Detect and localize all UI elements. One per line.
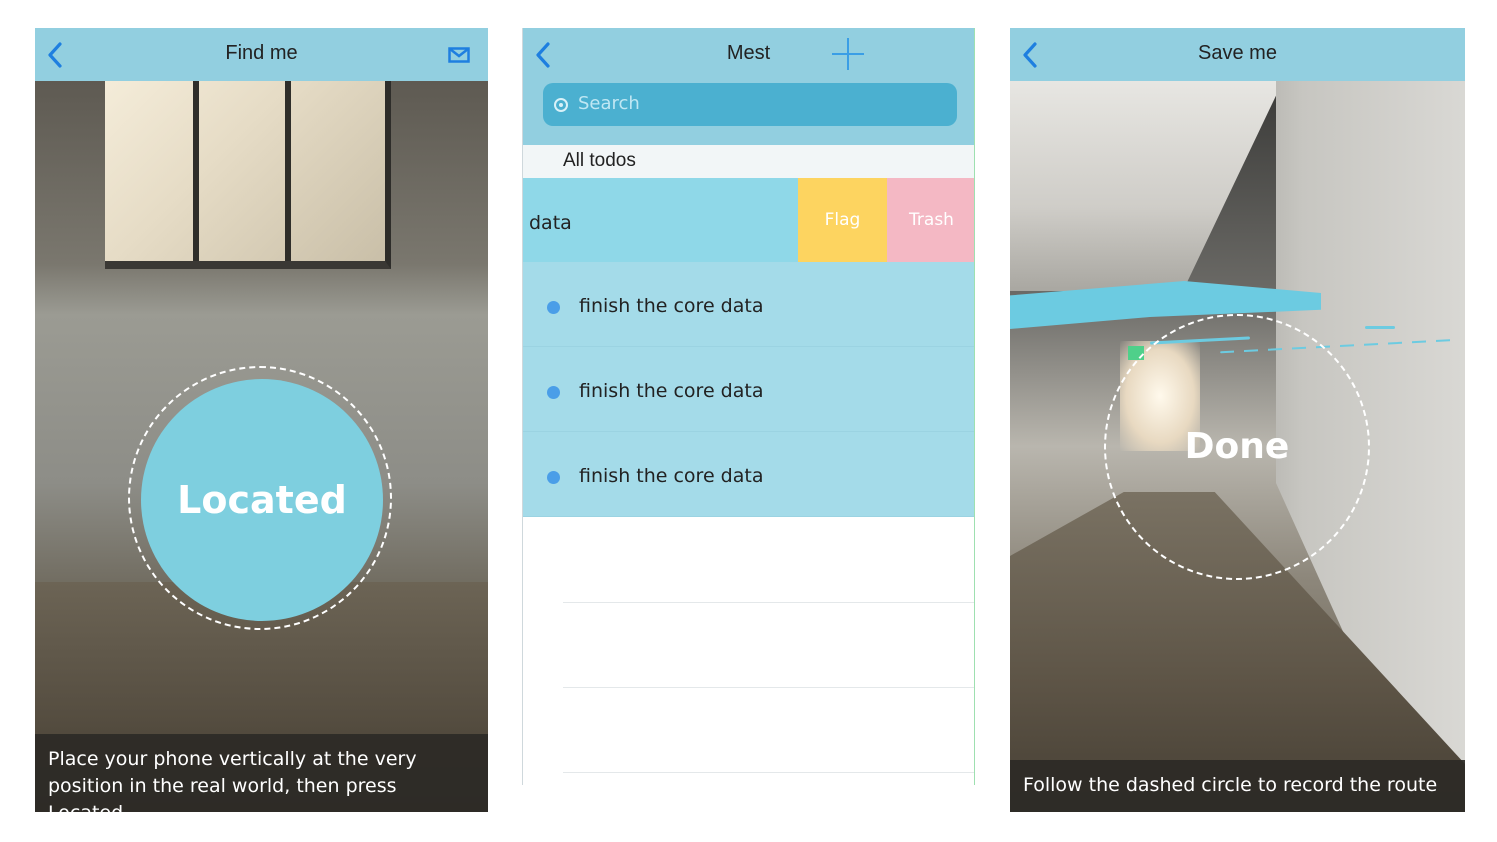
todo-text: data <box>529 212 572 234</box>
located-button[interactable]: Located <box>141 379 383 621</box>
done-button[interactable]: Done <box>1104 426 1370 467</box>
bullet-icon <box>547 471 560 484</box>
located-label: Located <box>177 478 347 522</box>
caption-text: Follow the dashed circle to record the r… <box>1023 774 1438 796</box>
plus-icon[interactable] <box>831 37 865 71</box>
flag-button[interactable]: Flag <box>798 178 887 262</box>
search-area: Search <box>523 81 974 145</box>
nav-bar: Save me <box>1010 28 1465 81</box>
search-input[interactable]: Search <box>543 83 957 126</box>
search-icon <box>554 98 568 112</box>
page-title: Find me <box>225 42 298 64</box>
divider <box>563 772 974 773</box>
bullet-icon <box>547 386 560 399</box>
camera-view: Done Follow the dashed circle to record … <box>1010 81 1465 812</box>
save-me-screen: Done Follow the dashed circle to record … <box>1010 28 1465 812</box>
instruction-caption: Place your phone vertically at the very … <box>35 734 488 812</box>
instruction-caption: Follow the dashed circle to record the r… <box>1010 760 1465 812</box>
caption-line-1: Place your phone vertically at the very <box>48 748 417 770</box>
camera-view: Located Place your phone vertically at t… <box>35 81 488 812</box>
todo-row[interactable]: finish the core data <box>523 432 974 517</box>
todos-screen: Mest Search All todos data Flag Trash fi… <box>522 28 975 785</box>
todo-list: finish the core data finish the core dat… <box>523 262 974 517</box>
divider <box>563 687 974 688</box>
section-title: All todos <box>563 150 636 171</box>
page-title: Mest <box>726 42 771 64</box>
window <box>105 81 391 269</box>
nav-bar: Find me <box>35 28 488 81</box>
find-me-screen: Located Place your phone vertically at t… <box>35 28 488 812</box>
flag-label: Flag <box>824 210 861 230</box>
todo-text: finish the core data <box>579 465 764 487</box>
section-header: All todos <box>523 145 974 178</box>
divider <box>563 602 974 603</box>
caption-line-2: position in the real world, then press L… <box>48 775 397 812</box>
nav-bar: Mest <box>523 28 974 81</box>
bullet-icon <box>547 301 560 314</box>
swiped-todo-row[interactable]: data Flag Trash <box>523 178 974 262</box>
page-title: Save me <box>1198 42 1277 64</box>
todo-row[interactable]: finish the core data <box>523 262 974 347</box>
trash-label: Trash <box>909 210 954 230</box>
todo-text: finish the core data <box>579 380 764 402</box>
trash-button[interactable]: Trash <box>887 178 974 262</box>
search-placeholder: Search <box>578 93 640 114</box>
mail-icon[interactable] <box>448 47 470 63</box>
todo-row[interactable]: finish the core data <box>523 347 974 432</box>
ar-route-dash <box>1365 326 1395 329</box>
todo-text: finish the core data <box>579 295 764 317</box>
